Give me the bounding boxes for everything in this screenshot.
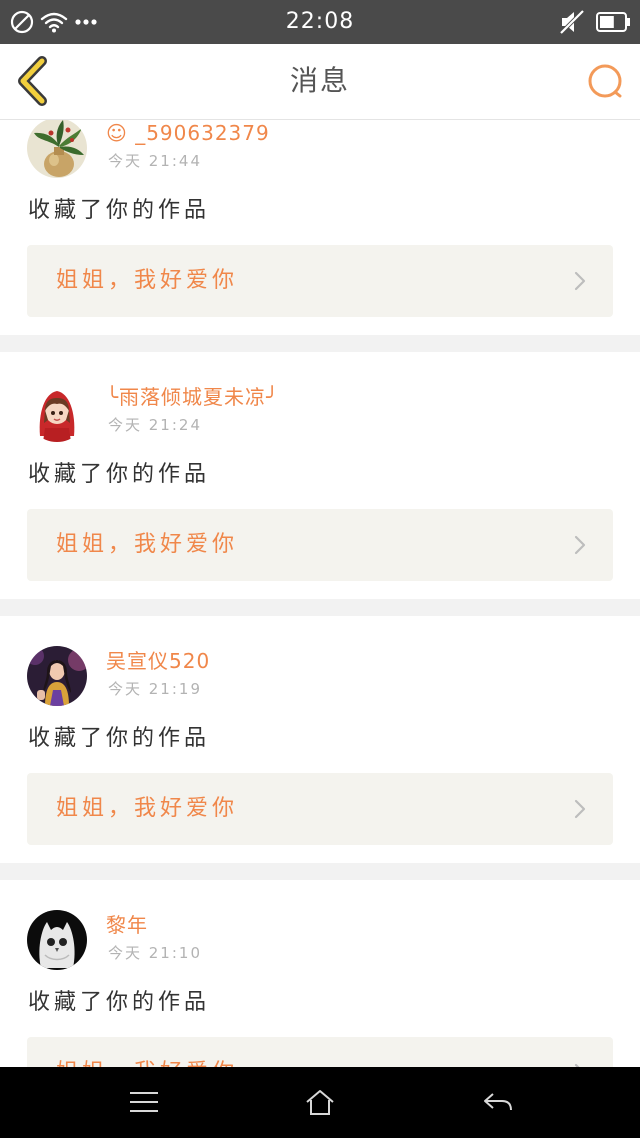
action-text: 收藏了你的作品 <box>28 462 211 487</box>
card-separator <box>0 863 640 880</box>
battery-icon <box>596 12 630 32</box>
avatar[interactable] <box>27 910 87 970</box>
home-icon[interactable] <box>304 1088 336 1116</box>
message-time: 今天 21:44 <box>108 152 202 170</box>
chevron-right-icon <box>574 271 586 291</box>
action-text: 收藏了你的作品 <box>28 198 211 223</box>
username-link[interactable]: 黎年 <box>106 912 148 938</box>
potted-plant-avatar <box>27 120 87 178</box>
white-owl-avatar <box>27 910 87 970</box>
message-time: 今天 21:19 <box>108 680 202 698</box>
back-button[interactable] <box>14 56 50 106</box>
status-time: 22:08 <box>285 9 355 34</box>
search-button[interactable] <box>586 62 626 102</box>
red-hood-girl-avatar <box>27 382 87 442</box>
work-title: 姐姐，我好爱你 <box>56 532 239 557</box>
system-nav-bar <box>0 1067 640 1138</box>
more-dots-icon <box>75 19 97 25</box>
message-list: ☺ _590632379 今天 21:44 收藏了你的作品 姐姐，我好爱你 ╰雨… <box>0 120 640 1067</box>
back-arrow-icon[interactable] <box>482 1090 514 1114</box>
message-card: ☺ _590632379 今天 21:44 收藏了你的作品 姐姐，我好爱你 <box>0 120 640 335</box>
do-not-disturb-icon <box>10 10 34 34</box>
message-card: ╰雨落倾城夏未凉╯ 今天 21:24 收藏了你的作品 姐姐，我好爱你 <box>0 352 640 599</box>
chevron-right-icon <box>574 799 586 819</box>
avatar[interactable] <box>27 382 87 442</box>
page-title: 消息 <box>289 64 350 97</box>
header: 消息 <box>0 44 640 120</box>
mute-icon <box>559 9 585 35</box>
work-title: 姐姐，我好爱你 <box>56 268 239 293</box>
action-text: 收藏了你的作品 <box>28 726 211 751</box>
battery-fill <box>600 16 614 28</box>
woman-photo-avatar <box>27 646 87 706</box>
search-icon <box>588 64 622 98</box>
work-link[interactable]: 姐姐，我好爱你 <box>27 509 613 581</box>
message-time: 今天 21:24 <box>108 416 202 434</box>
card-separator <box>0 335 640 352</box>
wifi-icon <box>40 12 68 33</box>
work-title: 姐姐，我好爱你 <box>56 796 239 821</box>
chevron-right-icon <box>574 535 586 555</box>
card-separator <box>0 599 640 616</box>
work-title: 姐姐，我好爱你 <box>56 1037 238 1067</box>
status-bar: 22:08 <box>0 0 640 44</box>
work-link[interactable]: 姐姐，我好爱你 <box>27 245 613 317</box>
menu-icon[interactable] <box>128 1090 160 1114</box>
work-link[interactable]: 姐姐，我好爱你 <box>27 1037 613 1067</box>
message-card: 吴宣仪520 今天 21:19 收藏了你的作品 姐姐，我好爱你 <box>0 616 640 863</box>
message-card: 黎年 今天 21:10 收藏了你的作品 姐姐，我好爱你 <box>0 880 640 1067</box>
username-link[interactable]: ☺ _590632379 <box>106 120 270 146</box>
message-time: 今天 21:10 <box>108 944 202 962</box>
action-text: 收藏了你的作品 <box>28 990 211 1015</box>
username-link[interactable]: 吴宣仪520 <box>106 648 210 674</box>
work-link[interactable]: 姐姐，我好爱你 <box>27 773 613 845</box>
back-chevron-icon <box>18 56 47 106</box>
avatar[interactable] <box>27 646 87 706</box>
avatar[interactable] <box>27 120 87 178</box>
message-list-viewport[interactable]: ☺ _590632379 今天 21:44 收藏了你的作品 姐姐，我好爱你 ╰雨… <box>0 120 640 1067</box>
username-link[interactable]: ╰雨落倾城夏未凉╯ <box>106 384 279 410</box>
